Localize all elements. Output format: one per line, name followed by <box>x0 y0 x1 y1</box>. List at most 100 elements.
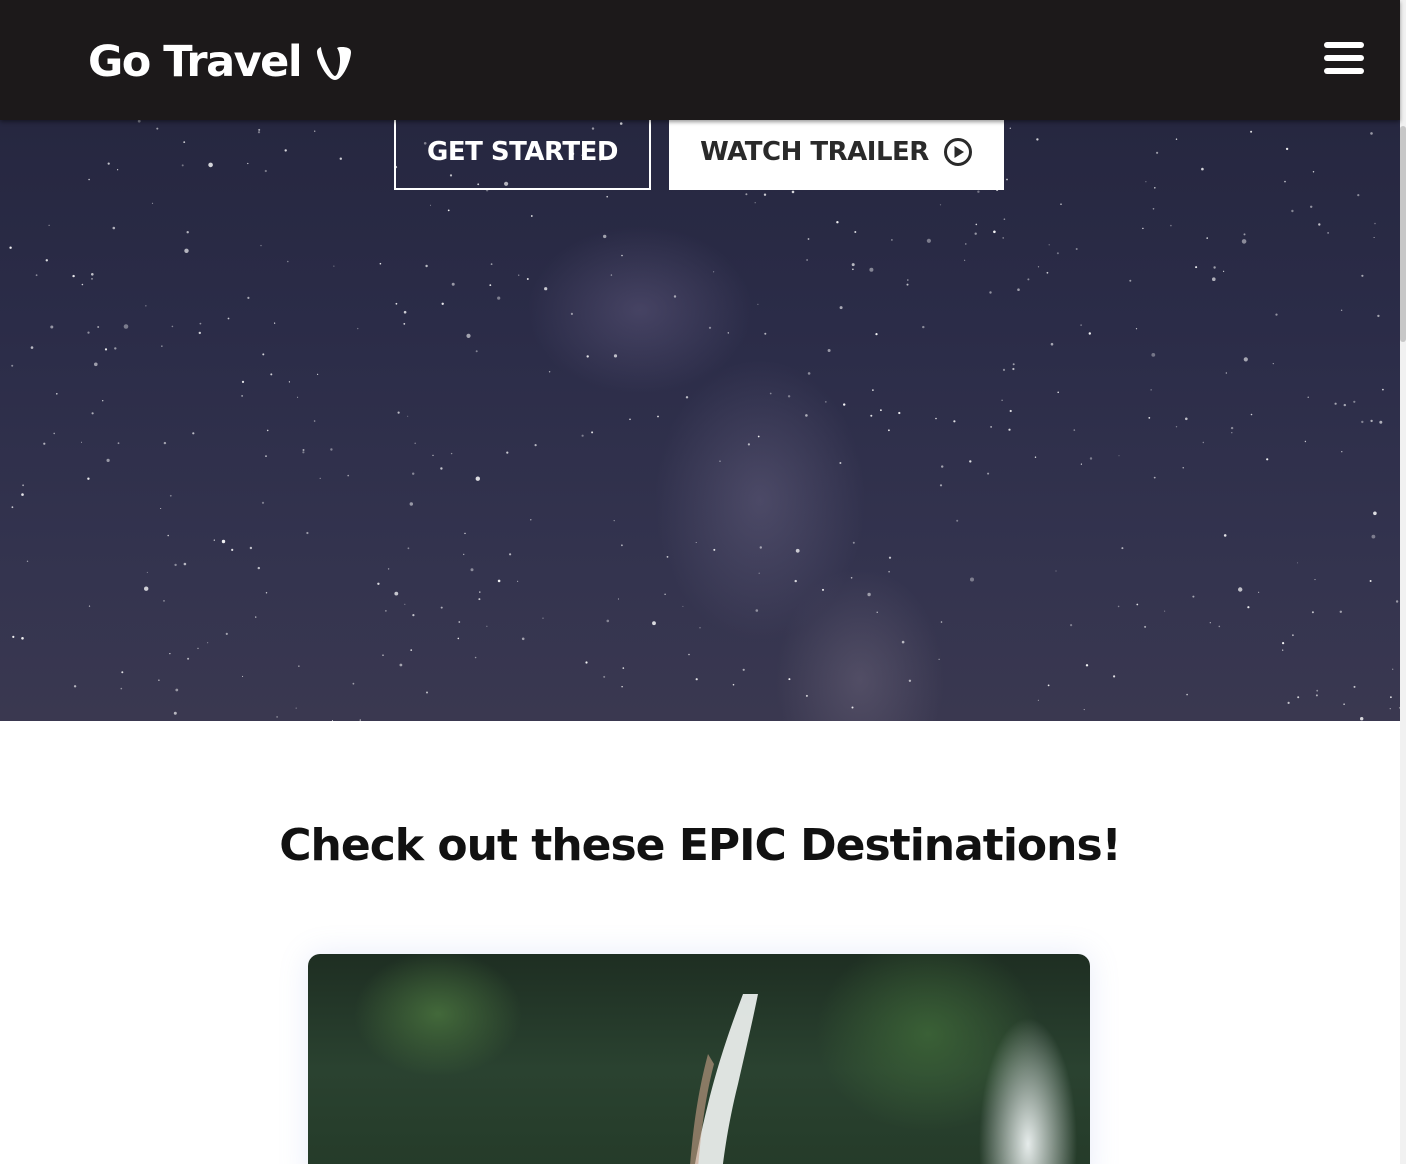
star <box>255 616 257 618</box>
star <box>888 429 890 432</box>
star <box>1379 420 1383 424</box>
star <box>1258 591 1260 593</box>
star <box>570 312 574 315</box>
scrollbar-thumb[interactable] <box>1400 126 1406 342</box>
star <box>407 547 410 550</box>
star <box>1389 708 1391 710</box>
get-started-button[interactable]: GET STARTED <box>394 114 651 190</box>
star <box>81 441 82 443</box>
star <box>106 458 110 462</box>
star <box>613 520 615 522</box>
star <box>208 162 213 168</box>
star <box>1186 693 1188 696</box>
star <box>262 353 265 356</box>
star <box>1340 309 1343 311</box>
star <box>490 263 493 265</box>
star <box>333 265 335 267</box>
star <box>1057 391 1059 394</box>
star <box>839 462 842 464</box>
star <box>791 190 795 194</box>
star <box>91 273 94 276</box>
star <box>526 278 529 280</box>
star <box>695 678 698 681</box>
star <box>742 668 745 671</box>
star <box>1297 562 1299 564</box>
star <box>117 442 120 445</box>
star <box>1046 271 1049 274</box>
star <box>463 553 465 556</box>
star <box>1341 451 1343 453</box>
star <box>163 441 167 445</box>
star <box>112 226 116 230</box>
star <box>1034 456 1037 458</box>
star <box>470 568 474 572</box>
star <box>621 254 623 257</box>
star <box>843 403 846 406</box>
star <box>478 598 481 601</box>
star <box>187 657 190 660</box>
star <box>872 389 874 391</box>
star <box>745 193 748 196</box>
star <box>591 431 594 434</box>
star <box>1088 332 1092 335</box>
star <box>107 162 110 165</box>
star <box>1218 625 1221 628</box>
star <box>397 411 400 414</box>
star <box>458 621 461 623</box>
star <box>156 127 159 130</box>
star <box>175 688 179 692</box>
star <box>486 625 488 627</box>
star <box>295 707 297 709</box>
star <box>475 476 480 481</box>
star <box>935 417 937 420</box>
star <box>1225 372 1227 374</box>
star <box>1070 624 1073 627</box>
star <box>207 642 209 644</box>
brand-link[interactable]: Go Travel <box>88 36 353 88</box>
star <box>161 345 163 347</box>
star <box>622 667 625 669</box>
star <box>274 322 276 324</box>
star <box>548 371 551 373</box>
star <box>1089 457 1093 460</box>
star <box>1080 463 1082 465</box>
star <box>114 347 117 350</box>
star <box>621 686 623 688</box>
star <box>231 548 234 552</box>
destination-card[interactable] <box>308 954 1090 1164</box>
hamburger-menu-icon[interactable] <box>1324 42 1364 80</box>
star <box>426 691 428 694</box>
star <box>673 295 677 298</box>
star <box>851 706 854 709</box>
star <box>1369 580 1372 582</box>
star <box>850 577 853 579</box>
star <box>87 477 90 480</box>
star <box>699 627 701 629</box>
star <box>888 556 892 559</box>
star <box>382 654 384 656</box>
star <box>666 556 669 558</box>
star <box>45 259 48 262</box>
star <box>685 396 689 399</box>
star <box>1238 587 1243 592</box>
star <box>1390 696 1392 699</box>
star <box>867 592 871 597</box>
star <box>732 683 735 686</box>
star <box>1327 232 1329 234</box>
star <box>120 687 123 690</box>
star <box>1017 288 1020 292</box>
watch-trailer-button[interactable]: WATCH TRAILER <box>669 114 1004 190</box>
star <box>379 262 382 265</box>
star <box>1395 600 1399 603</box>
star <box>151 202 154 204</box>
star <box>56 393 58 395</box>
star <box>181 164 184 167</box>
star <box>1202 441 1205 444</box>
star <box>827 349 831 352</box>
star <box>213 539 215 541</box>
star <box>430 204 431 206</box>
star <box>965 243 967 245</box>
star <box>969 460 972 463</box>
star <box>854 231 857 233</box>
star <box>276 716 278 718</box>
